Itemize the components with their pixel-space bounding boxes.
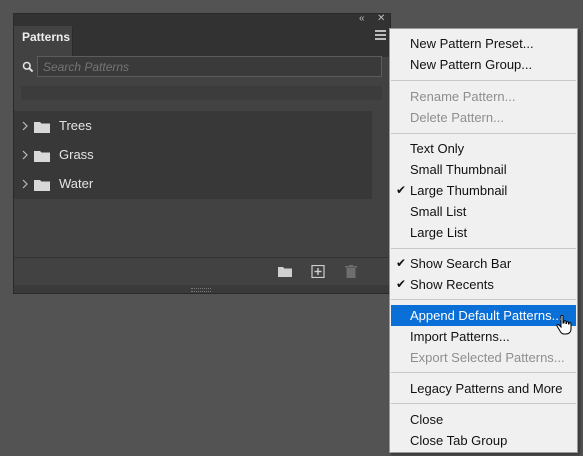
pattern-group-water[interactable]: Water: [14, 170, 372, 198]
menu-item-show-search-bar[interactable]: ✔ Show Search Bar: [391, 253, 576, 274]
menu-separator: [391, 372, 576, 373]
chevron-right-icon[interactable]: [21, 149, 29, 161]
menu-item-label: Show Search Bar: [410, 256, 512, 271]
menu-item-import-patterns[interactable]: Import Patterns...: [391, 326, 576, 347]
folder-icon: [34, 180, 50, 191]
menu-item-append-default-patterns[interactable]: Append Default Patterns...: [391, 305, 576, 326]
patterns-panel: « ✕ Patterns Trees Grass Water: [13, 13, 391, 294]
menu-separator: [391, 80, 576, 81]
menu-item-label: Show Recents: [410, 277, 494, 292]
menu-item-text-only[interactable]: Text Only: [391, 138, 576, 159]
checkmark-icon: ✔: [396, 183, 407, 197]
pattern-group-grass[interactable]: Grass: [14, 141, 372, 169]
search-icon: [22, 61, 34, 73]
panel-tab-bar: Patterns: [14, 26, 390, 57]
menu-item-legacy-patterns[interactable]: Legacy Patterns and More: [391, 378, 576, 399]
chevron-right-icon[interactable]: [21, 178, 29, 190]
menu-separator: [391, 299, 576, 300]
menu-item-show-recents[interactable]: ✔ Show Recents: [391, 274, 576, 295]
folder-icon: [34, 122, 50, 133]
pattern-group-list: Trees Grass Water: [14, 111, 372, 199]
collapse-panel-icon[interactable]: «: [359, 13, 365, 25]
menu-item-small-thumbnail[interactable]: Small Thumbnail: [391, 159, 576, 180]
pattern-group-label: Water: [59, 176, 94, 191]
menu-item-close[interactable]: Close: [391, 409, 576, 430]
menu-item-large-thumbnail[interactable]: ✔ Large Thumbnail: [391, 180, 576, 201]
chevron-right-icon[interactable]: [21, 120, 29, 132]
pattern-group-trees[interactable]: Trees: [14, 112, 372, 140]
menu-item-close-tab-group[interactable]: Close Tab Group: [391, 430, 576, 451]
menu-separator: [391, 248, 576, 249]
search-input[interactable]: [37, 56, 382, 77]
scrollbar[interactable]: [372, 111, 390, 257]
trash-icon[interactable]: [344, 265, 358, 278]
panel-title-bar[interactable]: « ✕: [14, 13, 390, 26]
menu-item-new-pattern-group[interactable]: New Pattern Group...: [391, 54, 576, 75]
folder-icon: [34, 151, 50, 162]
panel-footer: [14, 257, 390, 286]
close-panel-icon[interactable]: ✕: [377, 13, 385, 25]
hand-pointer-cursor-icon: [556, 315, 572, 335]
panel-resize-grip[interactable]: [14, 285, 390, 293]
panel-menu-icon[interactable]: [375, 30, 386, 42]
tab-patterns[interactable]: Patterns: [14, 26, 73, 57]
menu-separator: [391, 403, 576, 404]
checkmark-icon: ✔: [396, 256, 407, 270]
checkmark-icon: ✔: [396, 277, 407, 291]
new-group-folder-icon[interactable]: [278, 265, 292, 278]
pattern-group-label: Grass: [59, 147, 94, 162]
menu-item-large-list[interactable]: Large List: [391, 222, 576, 243]
menu-item-label: Large Thumbnail: [410, 183, 508, 198]
patterns-flyout-menu: New Pattern Preset... New Pattern Group.…: [389, 28, 578, 453]
menu-item-export-selected-patterns: Export Selected Patterns...: [410, 350, 565, 365]
new-pattern-icon[interactable]: [311, 265, 325, 278]
menu-item-delete-pattern: Delete Pattern...: [410, 110, 504, 125]
menu-item-rename-pattern: Rename Pattern...: [410, 89, 516, 104]
menu-item-new-pattern-preset[interactable]: New Pattern Preset...: [391, 33, 576, 54]
recents-strip: [21, 86, 382, 100]
menu-item-small-list[interactable]: Small List: [391, 201, 576, 222]
menu-separator: [391, 133, 576, 134]
pattern-group-label: Trees: [59, 118, 92, 133]
